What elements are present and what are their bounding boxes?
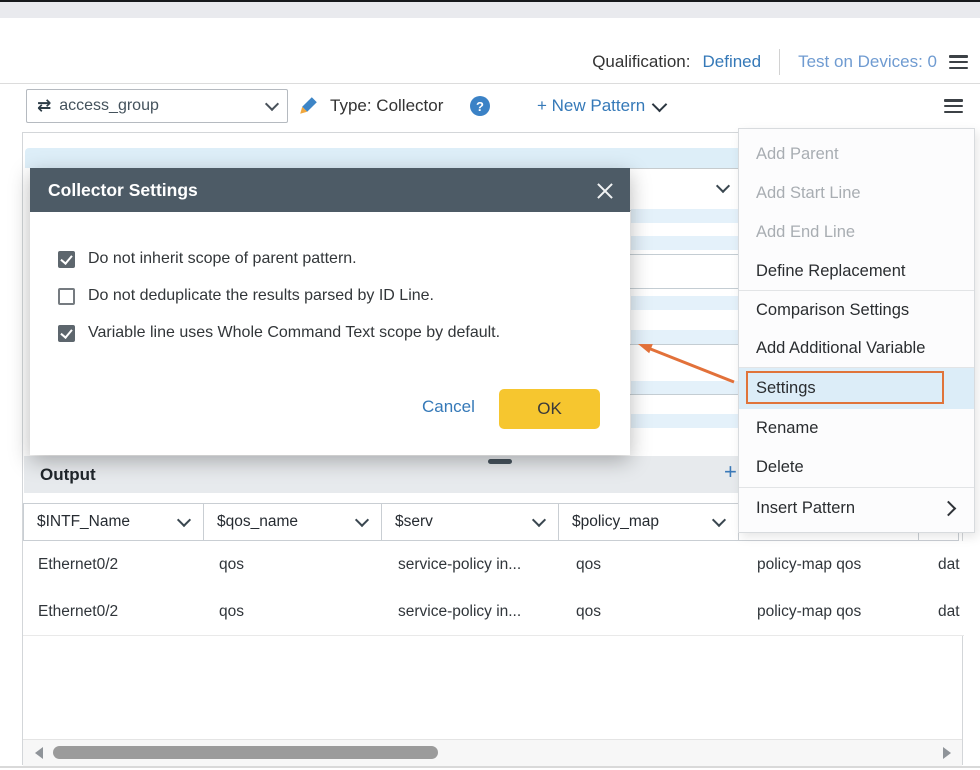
checkbox[interactable] — [58, 288, 75, 305]
output-title: Output — [40, 465, 96, 485]
window-title-strip — [0, 2, 980, 18]
menu-item-rename[interactable]: Rename — [739, 409, 974, 448]
checkbox[interactable] — [58, 325, 75, 342]
background-dropdown[interactable] — [619, 168, 741, 211]
menu-item-settings[interactable]: Settings — [739, 368, 974, 409]
dialog-titlebar: Collector Settings — [30, 168, 630, 212]
header-separator — [779, 49, 780, 75]
column-header[interactable]: $qos_name — [203, 503, 382, 541]
horizontal-scrollbar[interactable] — [23, 739, 962, 766]
menu-item-add-end-line[interactable]: Add End Line — [739, 213, 974, 252]
add-output-button[interactable]: + — [724, 459, 737, 485]
scroll-right-icon[interactable] — [943, 747, 951, 759]
pattern-type-label: Type: Collector — [330, 96, 443, 116]
menu-item-define-replacement[interactable]: Define Replacement — [739, 252, 974, 290]
checkbox-row: Variable line uses Whole Command Text sc… — [58, 324, 500, 342]
submenu-arrow-icon — [941, 500, 957, 516]
chevron-down-icon — [652, 96, 668, 112]
menu-item-delete[interactable]: Delete — [739, 448, 974, 487]
checkbox-label: Do not deduplicate the results parsed by… — [88, 287, 434, 305]
pattern-line-border — [621, 288, 741, 289]
pattern-select-value: access_group — [59, 97, 267, 115]
menu-item-add-additional-variable[interactable]: Add Additional Variable — [739, 329, 974, 367]
table-row[interactable]: Ethernet0/2 qos service-policy in... qos… — [23, 541, 964, 589]
pattern-line-stripe — [631, 414, 743, 428]
ok-button[interactable]: OK — [499, 389, 600, 429]
new-pattern-label: + New Pattern — [537, 96, 645, 116]
pattern-menu-icon[interactable] — [944, 99, 963, 113]
menu-item-insert-pattern[interactable]: Insert Pattern — [739, 488, 974, 528]
header-actions: Qualification: Defined Test on Devices: … — [592, 46, 968, 78]
menu-item-add-parent[interactable]: Add Parent — [739, 135, 974, 174]
menu-item-add-start-line[interactable]: Add Start Line — [739, 174, 974, 213]
pattern-line-stripe — [631, 236, 743, 250]
edit-pencil-icon[interactable] — [298, 94, 320, 116]
checkbox-row: Do not inherit scope of parent pattern. — [58, 250, 357, 268]
scrollbar-thumb[interactable] — [53, 746, 438, 759]
pattern-context-menu: Add Parent Add Start Line Add End Line D… — [738, 128, 975, 533]
column-header[interactable]: $INTF_Name — [23, 503, 204, 541]
column-filter-chevron[interactable] — [177, 513, 191, 527]
cancel-button[interactable]: Cancel — [422, 397, 475, 417]
qualification-defined-link[interactable]: Defined — [702, 52, 761, 72]
dialog-title: Collector Settings — [30, 180, 198, 201]
checkbox[interactable] — [58, 251, 75, 268]
pattern-line-border — [621, 254, 741, 255]
chevron-down-icon — [716, 179, 730, 193]
column-filter-chevron[interactable] — [712, 513, 726, 527]
close-icon[interactable] — [597, 182, 614, 199]
pattern-icon: ⇄ — [37, 98, 51, 115]
qualification-label: Qualification: — [592, 52, 690, 72]
checkbox-label: Variable line uses Whole Command Text sc… — [88, 324, 500, 342]
pattern-select-dropdown[interactable]: ⇄ access_group — [26, 89, 288, 123]
resize-handle[interactable] — [488, 459, 512, 464]
column-filter-chevron[interactable] — [532, 513, 546, 527]
column-filter-chevron[interactable] — [355, 513, 369, 527]
help-icon[interactable]: ? — [470, 96, 490, 116]
pattern-line-stripe — [631, 296, 743, 310]
column-header[interactable]: $serv — [381, 503, 559, 541]
header-divider — [0, 83, 980, 84]
callout-arrow — [634, 336, 738, 386]
scroll-left-icon[interactable] — [35, 747, 43, 759]
column-header[interactable]: $policy_map — [558, 503, 739, 541]
header-menu-icon[interactable] — [949, 55, 968, 69]
table-row[interactable]: Ethernet0/2 qos service-policy in... qos… — [23, 588, 964, 636]
checkbox-label: Do not inherit scope of parent pattern. — [88, 250, 357, 268]
settings-highlight-frame — [746, 371, 944, 404]
pattern-line-stripe — [631, 209, 743, 223]
chevron-down-icon — [265, 97, 279, 111]
new-pattern-button[interactable]: + New Pattern — [537, 96, 665, 116]
test-on-devices-link[interactable]: Test on Devices: 0 — [798, 52, 937, 72]
checkbox-row: Do not deduplicate the results parsed by… — [58, 287, 434, 305]
page-bottom-edge — [0, 766, 980, 768]
collector-settings-dialog: Collector Settings Do not inherit scope … — [30, 168, 630, 455]
pattern-line-border — [621, 394, 741, 395]
app-window: Qualification: Defined Test on Devices: … — [0, 0, 980, 770]
menu-item-comparison-settings[interactable]: Comparison Settings — [739, 291, 974, 329]
